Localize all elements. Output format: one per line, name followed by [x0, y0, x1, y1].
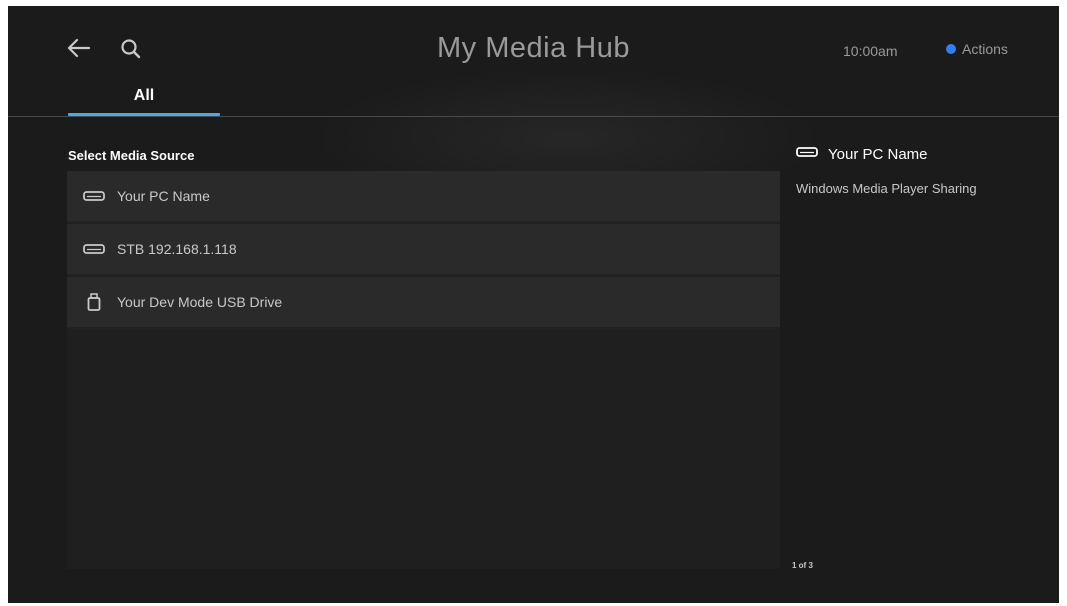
- media-hub-screen: My Media Hub 10:00am Actions All Select …: [8, 6, 1059, 603]
- list-item-label: Your PC Name: [117, 188, 210, 204]
- actions-dot-icon: [946, 44, 956, 54]
- page-title: My Media Hub: [437, 32, 630, 64]
- hard-drive-icon: [83, 240, 105, 258]
- detail-description: Windows Media Player Sharing: [796, 181, 977, 196]
- usb-drive-icon: [83, 293, 105, 311]
- actions-button[interactable]: Actions: [946, 41, 1008, 57]
- list-item-your-pc[interactable]: Your PC Name: [67, 171, 780, 223]
- list-item-stb[interactable]: STB 192.168.1.118: [67, 224, 780, 276]
- hard-drive-icon: [83, 187, 105, 205]
- list-item-label: Your Dev Mode USB Drive: [117, 294, 283, 310]
- section-label: Select Media Source: [68, 148, 195, 163]
- header-divider: [8, 116, 1059, 117]
- list-item-label: STB 192.168.1.118: [117, 241, 237, 257]
- clock-time: 10:00am: [843, 43, 898, 59]
- detail-title: Your PC Name: [828, 145, 928, 163]
- hard-drive-icon: [796, 145, 818, 163]
- media-source-list: Your PC Name STB 192.168.1.118 Your Dev …: [67, 171, 780, 569]
- detail-header: Your PC Name: [796, 145, 928, 163]
- page-indicator: 1 of 3: [792, 561, 813, 570]
- tab-all[interactable]: All: [68, 78, 220, 116]
- list-item-usb-drive[interactable]: Your Dev Mode USB Drive: [67, 277, 780, 329]
- tab-all-label: All: [133, 87, 155, 104]
- actions-label: Actions: [962, 41, 1008, 57]
